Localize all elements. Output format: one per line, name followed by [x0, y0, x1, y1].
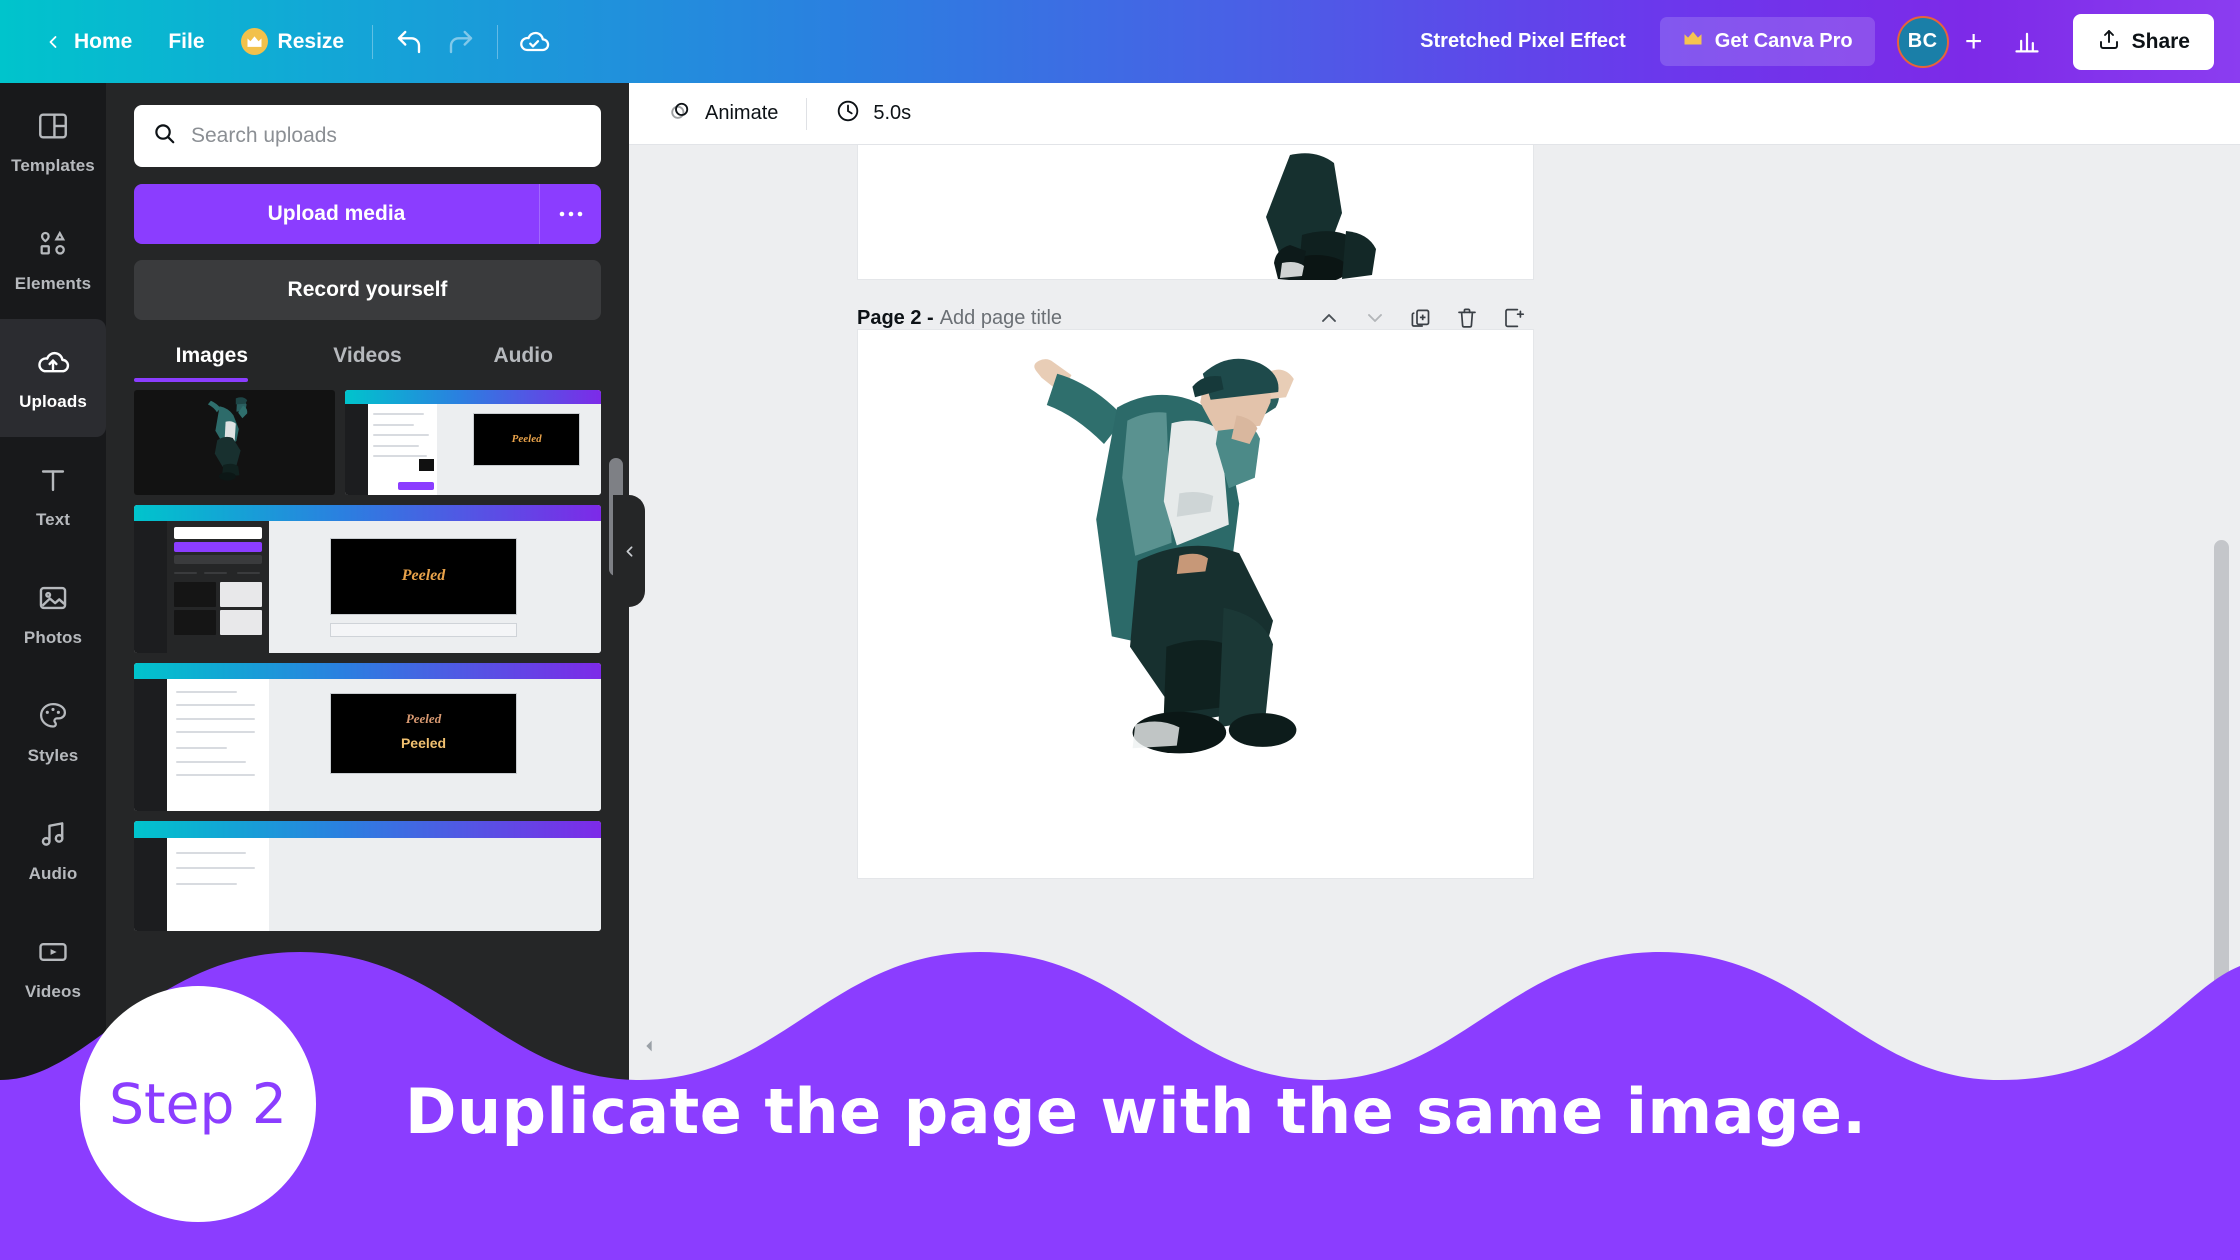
sidebar-item-text[interactable]: Text — [0, 437, 106, 555]
resize-button[interactable]: Resize — [223, 18, 363, 65]
upload-thumbnail-dancer[interactable] — [134, 390, 335, 495]
upload-thumbnail-editor-3[interactable]: Peeled Peeled — [134, 663, 601, 811]
resize-label: Resize — [277, 29, 345, 53]
upload-thumbnail-editor-4[interactable] — [134, 821, 601, 931]
tab-audio[interactable]: Audio — [445, 344, 601, 382]
sidebar-item-label: Photos — [23, 627, 83, 647]
sidebar-item-label: Styles — [27, 745, 79, 765]
instruction-text: Duplicate the page with the same image. — [405, 1075, 1867, 1148]
divider — [372, 24, 374, 59]
text-icon — [36, 463, 70, 502]
upload-media-button[interactable]: Upload media — [134, 184, 539, 244]
uploads-tabs: Images Videos Audio — [134, 344, 601, 382]
step-label: Step 2 — [109, 1072, 287, 1136]
cloud-upload-icon — [36, 345, 70, 384]
share-button[interactable]: Share — [2072, 13, 2214, 70]
chevron-left-icon — [42, 31, 64, 53]
add-member-button[interactable]: + — [1951, 19, 1997, 65]
top-toolbar: Home File Resize Stretched Pixel Effect … — [0, 0, 2240, 83]
animate-button[interactable]: Animate — [651, 90, 794, 138]
sidebar-item-label: Text — [35, 509, 71, 529]
collapse-panel-button[interactable] — [613, 495, 645, 607]
page-title-placeholder[interactable]: Add page title — [940, 307, 1062, 330]
divider — [806, 97, 808, 130]
document-title[interactable]: Stretched Pixel Effect — [1404, 20, 1642, 63]
share-upload-icon — [2097, 27, 2121, 57]
record-yourself-button[interactable]: Record yourself — [134, 260, 601, 320]
sidebar-item-label: Elements — [14, 273, 92, 293]
sidebar-item-uploads[interactable]: Uploads — [0, 319, 106, 437]
page-title: Page 2 - — [857, 306, 934, 329]
uploads-thumbnail-grid: Peeled Peeled Peeled Peeled — [134, 390, 601, 931]
animate-label: Animate — [705, 102, 779, 124]
instruction-banner: Step 2 Duplicate the page with the same … — [0, 930, 2240, 1260]
crown-icon — [1682, 30, 1704, 53]
cloud-saved-icon[interactable] — [508, 16, 560, 68]
divider — [497, 24, 499, 59]
home-label: Home — [74, 29, 133, 53]
photos-icon — [36, 581, 70, 620]
dancer-image[interactable] — [858, 330, 1535, 880]
home-button[interactable]: Home — [24, 20, 150, 64]
sidebar-item-photos[interactable]: Photos — [0, 555, 106, 673]
sidebar-item-audio[interactable]: Audio — [0, 791, 106, 909]
avatar[interactable]: BC — [1896, 15, 1949, 68]
redo-button[interactable] — [435, 16, 487, 68]
search-placeholder: Search uploads — [191, 124, 337, 147]
crown-icon — [240, 28, 268, 55]
upload-more-button[interactable] — [539, 184, 601, 244]
share-label: Share — [2131, 29, 2190, 53]
file-label: File — [168, 29, 205, 53]
duration-label: 5.0s — [873, 102, 912, 124]
sidebar-item-label: Uploads — [19, 391, 87, 411]
undo-button[interactable] — [383, 16, 435, 68]
sidebar-item-label: Templates — [11, 155, 95, 175]
file-menu-button[interactable]: File — [150, 20, 222, 64]
search-input[interactable]: Search uploads — [134, 105, 601, 167]
palette-icon — [36, 699, 70, 738]
page-2-canvas[interactable] — [857, 329, 1534, 879]
sidebar-item-templates[interactable]: Templates — [0, 83, 106, 201]
clock-icon — [835, 98, 861, 130]
pro-label: Get Canva Pro — [1714, 30, 1853, 52]
get-canva-pro-button[interactable]: Get Canva Pro — [1659, 17, 1875, 66]
sidebar-item-label: Audio — [28, 863, 78, 883]
insights-button[interactable] — [2001, 16, 2053, 68]
animate-icon — [667, 98, 693, 130]
upload-thumbnail-editor-1[interactable]: Peeled — [344, 390, 601, 495]
duration-button[interactable]: 5.0s — [819, 90, 927, 138]
tab-images[interactable]: Images — [134, 344, 290, 382]
page-1-canvas[interactable] — [857, 145, 1534, 280]
music-note-icon — [36, 817, 70, 856]
elements-icon — [36, 227, 70, 266]
canvas-toolbar: Animate 5.0s — [629, 83, 2240, 145]
upload-thumbnail-editor-2[interactable]: Peeled — [134, 505, 601, 653]
templates-icon — [36, 109, 70, 148]
search-icon — [152, 121, 177, 151]
sidebar-item-styles[interactable]: Styles — [0, 673, 106, 791]
step-badge: Step 2 — [80, 986, 316, 1222]
sidebar-item-elements[interactable]: Elements — [0, 201, 106, 319]
tab-videos[interactable]: Videos — [290, 344, 446, 382]
